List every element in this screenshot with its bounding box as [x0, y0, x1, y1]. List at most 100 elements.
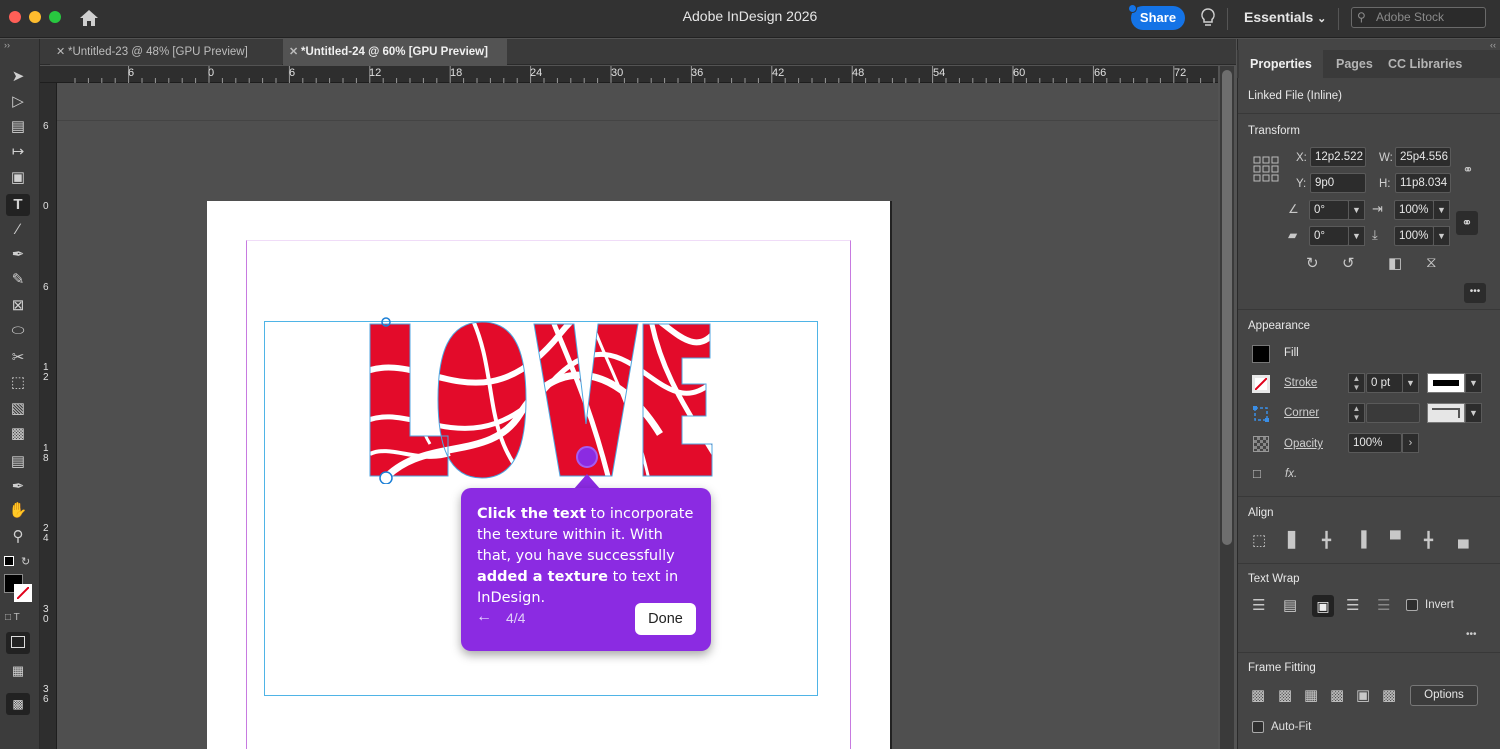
wrap-object-shape-icon[interactable]: ▣	[1312, 595, 1334, 617]
content-collector-icon[interactable]: ▣	[6, 167, 30, 189]
effects-button[interactable]: fx.	[1285, 468, 1297, 480]
document-tab-active[interactable]: ✕ *Untitled-24 @ 60% [GPU Preview]	[283, 39, 507, 65]
page-tool-icon[interactable]: ▤	[6, 116, 30, 138]
chevron-down-icon[interactable]: ▼	[1433, 200, 1450, 220]
align-to-selection-icon[interactable]: ⬚	[1252, 531, 1266, 549]
rotate-clockwise-icon[interactable]: ↻	[1306, 254, 1319, 272]
fill-frame-proportionally-icon[interactable]: ▩	[1251, 686, 1265, 704]
eyedropper-tool-icon[interactable]: ✒	[6, 476, 30, 498]
align-top-icon[interactable]: ▀	[1390, 531, 1401, 548]
love-textured-text[interactable]	[360, 314, 720, 484]
selection-tool-icon[interactable]: ➤	[6, 66, 30, 88]
rotate-counterclockwise-icon[interactable]: ↺	[1342, 254, 1355, 272]
corner-stepper[interactable]: ▲ ▼	[1348, 403, 1365, 423]
collapse-panel-icon[interactable]: ››	[4, 40, 10, 50]
rotation-field[interactable]: 0°	[1309, 200, 1349, 220]
align-center-icon[interactable]: ╋	[1322, 531, 1331, 549]
gradient-feather-tool-icon[interactable]: ▩	[6, 423, 30, 445]
scale-x-field[interactable]: 100%	[1394, 200, 1434, 220]
workspace-switcher[interactable]: Essentials ⌄	[1244, 9, 1326, 25]
fill-swatch[interactable]	[1252, 345, 1270, 363]
close-tab-icon[interactable]: ✕	[56, 39, 65, 65]
flip-horizontal-icon[interactable]: ◧	[1388, 254, 1402, 272]
lightbulb-icon[interactable]	[1199, 7, 1217, 29]
default-colors-icon[interactable]	[4, 556, 14, 566]
y-position-field[interactable]: 9p0	[1310, 173, 1366, 193]
content-aware-fit-icon[interactable]: ▩	[1382, 686, 1396, 704]
shear-field[interactable]: 0°	[1309, 226, 1349, 246]
fit-frame-to-content-icon[interactable]: ▦	[1304, 686, 1318, 704]
note-tool-icon[interactable]: ▤	[6, 451, 30, 473]
vertical-ruler[interactable]	[40, 83, 57, 749]
preview-mode-icon[interactable]: ▦	[6, 660, 30, 682]
gap-tool-icon[interactable]: ↦	[6, 141, 30, 163]
pencil-tool-icon[interactable]: ✎	[6, 269, 30, 291]
swap-colors-icon[interactable]: ↻	[21, 555, 30, 568]
invert-checkbox[interactable]	[1406, 599, 1418, 611]
chevron-down-icon[interactable]: ▼	[1465, 403, 1482, 423]
auto-fit-checkbox[interactable]	[1252, 721, 1264, 733]
tab-pages[interactable]: Pages	[1336, 50, 1373, 78]
align-bottom-icon[interactable]: ▄	[1458, 531, 1469, 548]
rectangle-frame-tool-icon[interactable]: ⊠	[6, 295, 30, 317]
center-content-icon[interactable]: ▣	[1356, 686, 1370, 704]
reference-point-icon[interactable]	[1253, 156, 1280, 183]
pen-tool-icon[interactable]: ✒	[6, 244, 30, 266]
scissors-tool-icon[interactable]: ✂	[6, 347, 30, 369]
stroke-stepper[interactable]: ▲ ▼	[1348, 373, 1365, 393]
opacity-field[interactable]: 100%	[1348, 433, 1402, 453]
fit-content-proportionally-icon[interactable]: ▩	[1278, 686, 1292, 704]
zoom-tool-icon[interactable]: ⚲	[6, 526, 30, 548]
height-field[interactable]: 11p8.034	[1395, 173, 1451, 193]
line-tool-icon[interactable]: ∕	[6, 219, 30, 241]
share-button[interactable]: Share	[1131, 6, 1185, 30]
stroke-swatch[interactable]	[14, 584, 32, 602]
align-left-icon[interactable]: ▋	[1288, 531, 1300, 549]
chevron-down-icon[interactable]: ▼	[1348, 200, 1365, 220]
document-tab[interactable]: ✕ *Untitled-23 @ 48% [GPU Preview]	[50, 39, 282, 65]
type-tool-icon[interactable]: T	[6, 194, 30, 216]
constrain-proportions-icon[interactable]: ⚭	[1459, 162, 1477, 178]
more-options-icon[interactable]: •••	[1466, 629, 1477, 640]
back-arrow-icon[interactable]: ←	[476, 608, 492, 626]
chevron-down-icon[interactable]: ▼	[1465, 373, 1482, 393]
scrollbar-thumb[interactable]	[1222, 70, 1232, 545]
chevron-right-icon[interactable]: ›	[1402, 433, 1419, 453]
stroke-link[interactable]: Stroke	[1284, 377, 1317, 389]
chevron-down-icon[interactable]: ▼	[1402, 373, 1419, 393]
align-middle-icon[interactable]: ╋	[1424, 531, 1433, 549]
hand-tool-icon[interactable]: ✋	[6, 500, 30, 522]
corner-size-field[interactable]	[1366, 403, 1420, 423]
ellipse-tool-icon[interactable]: ⬭	[6, 320, 30, 342]
gradient-tool-icon[interactable]: ▧	[6, 398, 30, 420]
align-right-icon[interactable]: ▐	[1356, 531, 1367, 548]
tab-cc-libraries[interactable]: CC Libraries	[1388, 50, 1462, 78]
corner-shape-dropdown[interactable]	[1427, 403, 1465, 423]
scale-y-field[interactable]: 100%	[1394, 226, 1434, 246]
screen-mode-button[interactable]: ▩	[6, 693, 30, 715]
width-field[interactable]: 25p4.556	[1395, 147, 1451, 167]
free-transform-tool-icon[interactable]: ⬚	[6, 372, 30, 394]
collapse-panel-icon[interactable]: ‹‹	[1490, 40, 1496, 50]
corner-link[interactable]: Corner	[1284, 407, 1319, 419]
more-options-icon[interactable]: •••	[1464, 283, 1486, 303]
tab-properties[interactable]: Properties	[1239, 50, 1323, 78]
jump-object-icon[interactable]: ☰	[1346, 596, 1359, 614]
frame-fitting-options-button[interactable]: Options	[1410, 685, 1478, 706]
horizontal-ruler[interactable]	[40, 66, 1218, 83]
formatting-container-icon[interactable]: □ T	[5, 612, 20, 623]
jump-next-column-icon[interactable]: ☰	[1377, 596, 1390, 614]
close-tab-icon[interactable]: ✕	[289, 39, 298, 65]
chevron-down-icon[interactable]: ▼	[1433, 226, 1450, 246]
link-scale-icon[interactable]: ⚭	[1456, 211, 1478, 235]
fit-content-to-frame-icon[interactable]: ▩	[1330, 686, 1344, 704]
flip-vertical-icon[interactable]: ⧖	[1426, 254, 1437, 271]
no-wrap-icon[interactable]: ☰	[1252, 596, 1265, 614]
x-position-field[interactable]: 12p2.522	[1310, 147, 1366, 167]
opacity-link[interactable]: Opacity	[1284, 438, 1323, 450]
fx-frame-icon[interactable]: □	[1253, 466, 1261, 481]
done-button[interactable]: Done	[635, 603, 696, 635]
direct-selection-tool-icon[interactable]: ▷	[6, 91, 30, 113]
chevron-down-icon[interactable]: ▼	[1348, 226, 1365, 246]
wrap-bounding-box-icon[interactable]: ▤	[1283, 596, 1297, 614]
